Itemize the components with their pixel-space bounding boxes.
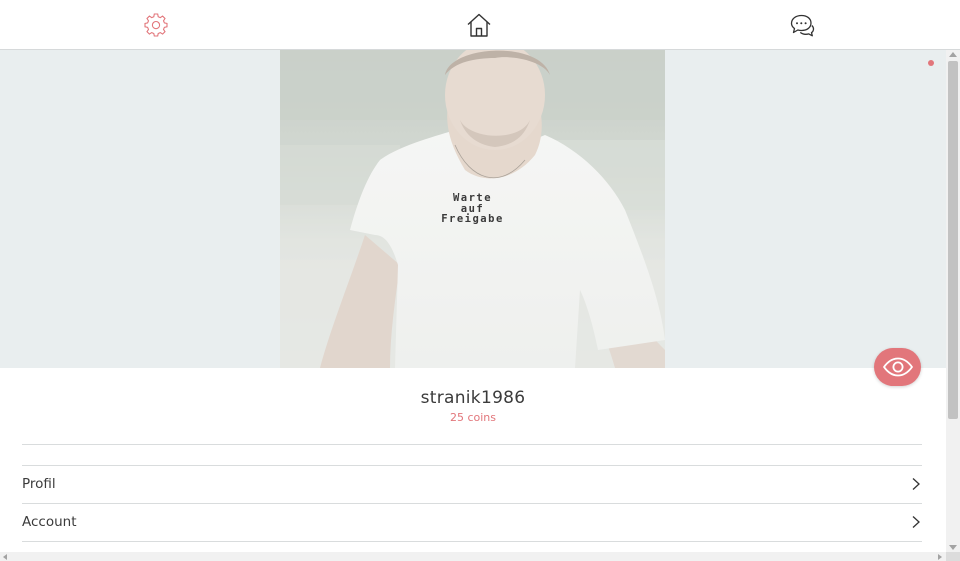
menu-item-profil[interactable]: Profil [22,466,922,503]
home-icon [467,13,491,37]
settings-button[interactable] [139,8,173,42]
divider [22,541,922,542]
divider [22,444,922,445]
menu-item-label: Profil [22,476,56,492]
scrollbar-thumb[interactable] [948,61,958,419]
profile-content[interactable]: Warte auf Freigabe stranik1986 25 coins … [0,50,946,552]
profile-photo-area: Warte auf Freigabe [0,50,946,368]
scroll-right-icon[interactable] [938,554,942,560]
home-button[interactable] [462,8,496,42]
username: stranik1986 [420,388,526,408]
gear-icon [144,13,168,37]
photo-approval-status: Warte auf Freigabe [280,193,665,225]
eye-icon [882,357,913,377]
chat-bubbles-icon [790,14,815,37]
scroll-left-icon[interactable] [3,554,7,560]
top-navigation-bar [0,0,960,50]
chat-button[interactable] [785,8,819,42]
notification-dot [928,60,934,66]
status-line-1: Warte [452,192,493,204]
coin-balance: 25 coins [449,411,497,424]
chevron-right-icon [912,478,920,490]
menu-item-account[interactable]: Account [22,504,922,541]
menu-item-label: Account [22,514,77,530]
scroll-down-icon[interactable] [949,545,957,550]
vertical-scrollbar[interactable] [946,50,960,552]
horizontal-scrollbar[interactable] [0,552,946,561]
status-line-3: Freigabe [441,213,504,225]
scroll-up-icon[interactable] [949,52,957,57]
scrollbar-corner [946,552,960,561]
view-profile-button[interactable] [874,348,921,386]
chevron-right-icon [912,516,920,528]
profile-photo[interactable]: Warte auf Freigabe [280,50,665,368]
